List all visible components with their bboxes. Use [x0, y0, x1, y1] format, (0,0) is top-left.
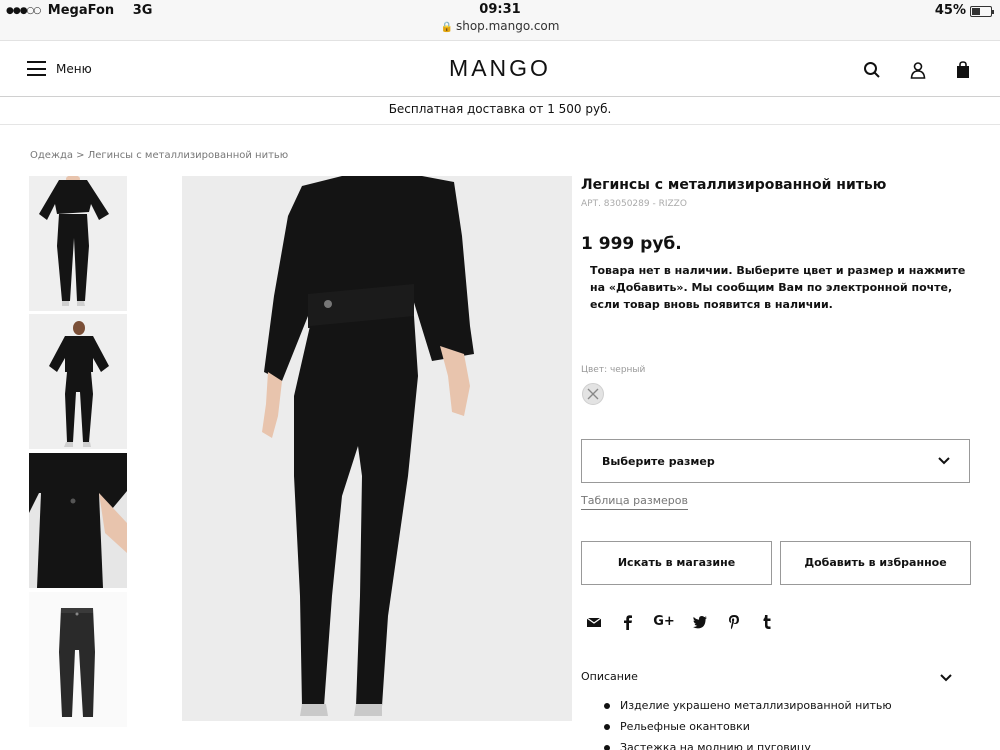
battery-icon: [970, 6, 994, 17]
product-thumbnail-1[interactable]: [29, 176, 127, 311]
color-label: Цвет: черный: [581, 365, 646, 375]
chevron-down-icon[interactable]: [939, 672, 953, 684]
description-heading[interactable]: Описание: [581, 670, 638, 683]
product-thumbnail-4[interactable]: [29, 592, 127, 727]
product-title: Легинсы с металлизированной нитью: [581, 177, 887, 193]
color-swatch-black[interactable]: [582, 383, 604, 405]
twitter-icon[interactable]: [691, 613, 709, 631]
url-text: shop.mango.com: [455, 19, 560, 33]
status-bar: ●●●○○ MegaFon 3G 09:31 🔒 shop.mango.com 4…: [0, 0, 1000, 40]
unavailable-cross-icon: [587, 388, 599, 400]
product-reference: АРТ. 83050289 - RIZZO: [581, 199, 687, 209]
list-item: Застежка на молнию и пуговицу: [604, 741, 892, 750]
clock: 09:31: [479, 2, 521, 17]
search-icon[interactable]: [862, 60, 882, 80]
breadcrumb[interactable]: Одежда > Легинсы с металлизированной нит…: [30, 150, 288, 161]
size-select-label: Выберите размер: [602, 455, 715, 468]
brand-logo[interactable]: MANGO: [0, 55, 1000, 82]
product-main-image[interactable]: [182, 176, 572, 721]
product-thumbnail-2[interactable]: [29, 314, 127, 449]
list-item: Изделие украшено металлизированной нитью: [604, 699, 892, 720]
lock-icon: 🔒: [440, 22, 453, 33]
battery-percent: 45%: [934, 3, 966, 18]
list-item: Рельефные окантовки: [604, 720, 892, 741]
out-of-stock-message: Товара нет в наличии. Выберите цвет и ра…: [590, 264, 966, 311]
product-price: 1 999 руб.: [581, 234, 682, 254]
facebook-icon[interactable]: [619, 613, 637, 631]
bag-icon[interactable]: [953, 60, 973, 80]
pinterest-icon[interactable]: [725, 613, 743, 631]
find-in-store-button[interactable]: Искать в магазине: [581, 541, 772, 585]
shipping-promo-banner: Бесплатная доставка от 1 500 руб.: [0, 97, 1000, 125]
site-header: Меню MANGO: [0, 40, 1000, 97]
tumblr-icon[interactable]: [758, 613, 776, 631]
description-list: Изделие украшено металлизированной нитью…: [604, 699, 892, 750]
size-chart-link[interactable]: Таблица размеров: [581, 494, 688, 510]
user-icon[interactable]: [908, 60, 928, 80]
chevron-down-icon: [938, 457, 950, 465]
google-plus-icon[interactable]: G+: [652, 613, 676, 631]
address-bar[interactable]: 🔒 shop.mango.com: [0, 19, 1000, 33]
size-select[interactable]: Выберите размер: [581, 439, 970, 483]
add-to-favorites-button[interactable]: Добавить в избранное: [780, 541, 971, 585]
product-thumbnail-3[interactable]: [29, 453, 127, 588]
mail-icon[interactable]: [585, 613, 603, 631]
